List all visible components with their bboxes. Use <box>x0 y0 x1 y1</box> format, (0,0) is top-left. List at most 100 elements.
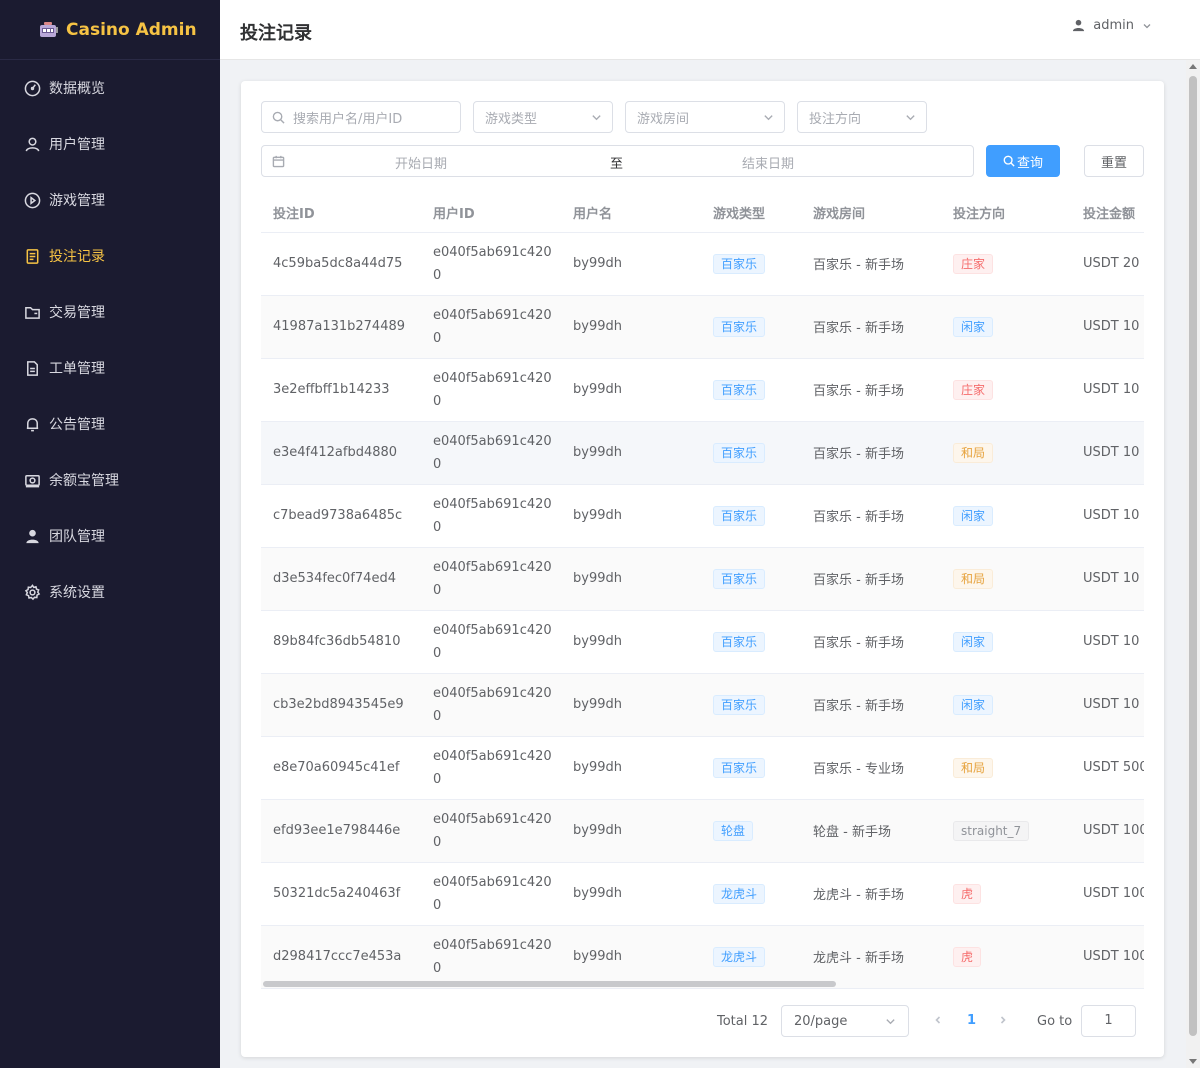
sidebar-item-bet-records[interactable]: 投注记录 <box>0 228 220 284</box>
query-button[interactable]: 查询 <box>986 145 1060 177</box>
table-row[interactable]: e8e70a60945c41ef e040f5ab691c4200 by99dh 百家… <box>261 736 1144 800</box>
next-page-button[interactable] <box>998 1014 1012 1028</box>
reset-button[interactable]: 重置 <box>1084 145 1144 177</box>
cell-game-room: 百家乐 - 新手场 <box>801 610 941 674</box>
sidebar-item-settings[interactable]: 系统设置 <box>0 564 220 620</box>
table-row[interactable]: 4c59ba5dc8a44d75 e040f5ab691c4200 by99dh 百家… <box>261 232 1144 296</box>
sidebar-item-label: 系统设置 <box>49 585 105 601</box>
cell-game-room: 百家乐 - 新手场 <box>801 547 941 611</box>
user-icon <box>23 135 41 153</box>
page-number-current[interactable]: 1 <box>967 1013 976 1028</box>
cell-bet-amount: USDT 100 <box>1071 925 1144 989</box>
bet-direction-tag: 和局 <box>953 757 994 778</box>
sidebar-item-users[interactable]: 用户管理 <box>0 116 220 172</box>
end-date-input[interactable]: 结束日期 <box>742 153 794 172</box>
table-row[interactable]: d298417ccc7e453a e040f5ab691c4200 by99dh 龙虎… <box>261 925 1144 989</box>
prev-page-button[interactable] <box>933 1014 947 1028</box>
table-row[interactable]: cb3e2bd8943545e9 e040f5ab691c4200 by99dh 百家… <box>261 673 1144 737</box>
chevron-down-icon <box>886 1018 895 1024</box>
table-row[interactable]: 3e2effbff1b14233 e040f5ab691c4200 by99dh 百家… <box>261 358 1144 422</box>
chevron-down-icon <box>592 114 601 120</box>
cell-bet-amount: USDT 20 <box>1071 232 1144 296</box>
sidebar-item-announcements[interactable]: 公告管理 <box>0 396 220 452</box>
sidebar-item-tickets[interactable]: 工单管理 <box>0 340 220 396</box>
game-room-placeholder: 游戏房间 <box>637 111 690 127</box>
sidebar-item-yuebao[interactable]: 余额宝管理 <box>0 452 220 508</box>
sidebar-item-label: 交易管理 <box>49 305 105 321</box>
table-row[interactable]: efd93ee1e798446e e040f5ab691c4200 by99dh 轮盘… <box>261 799 1144 863</box>
date-separator: 至 <box>610 157 624 172</box>
team-icon <box>23 527 41 545</box>
cell-user-id: e040f5ab691c4200 <box>421 925 561 989</box>
bet-direction-tag: 闲家 <box>953 694 994 715</box>
cell-bet-id: 89b84fc36db54810 <box>261 610 421 674</box>
cell-bet-id: d3e534fec0f74ed4 <box>261 547 421 611</box>
username: admin <box>1093 18 1134 33</box>
page-size-select[interactable]: 20/page <box>781 1005 909 1037</box>
cell-game-type: 百家乐 <box>701 736 801 800</box>
sidebar-item-label: 用户管理 <box>49 137 105 153</box>
cell-user-id: e040f5ab691c4200 <box>421 673 561 737</box>
cell-bet-id: efd93ee1e798446e <box>261 799 421 863</box>
scroll-down-icon[interactable] <box>1189 1059 1197 1064</box>
bet-direction-select[interactable]: 投注方向 <box>797 101 927 133</box>
search-input[interactable]: 搜索用户名/用户ID <box>261 101 461 133</box>
column-header-bet-amount: 投注金额 <box>1071 194 1144 233</box>
cell-game-type: 百家乐 <box>701 358 801 422</box>
scrollbar-thumb[interactable] <box>1189 76 1197 1036</box>
cell-game-room: 百家乐 - 新手场 <box>801 232 941 296</box>
table-horizontal-scrollbar[interactable] <box>263 981 836 987</box>
cell-bet-amount: USDT 500 <box>1071 736 1144 800</box>
sidebar-item-games[interactable]: 游戏管理 <box>0 172 220 228</box>
column-header-game-type: 游戏类型 <box>701 194 801 233</box>
cell-bet-direction: 和局 <box>941 421 1071 485</box>
table-row[interactable]: 41987a131b274489 e040f5ab691c4200 by99dh 百家… <box>261 295 1144 359</box>
bet-direction-tag: 虎 <box>953 946 982 967</box>
game-type-tag: 百家乐 <box>713 253 766 274</box>
sidebar-item-transactions[interactable]: 交易管理 <box>0 284 220 340</box>
table-row[interactable]: 89b84fc36db54810 e040f5ab691c4200 by99dh 百家… <box>261 610 1144 674</box>
table-row[interactable]: c7bead9738a6485c e040f5ab691c4200 by99dh 百家… <box>261 484 1144 548</box>
cell-username: by99dh <box>561 673 701 737</box>
table-row[interactable]: d3e534fec0f74ed4 e040f5ab691c4200 by99dh 百家… <box>261 547 1144 611</box>
cell-game-type: 百家乐 <box>701 232 801 296</box>
cell-user-id: e040f5ab691c4200 <box>421 484 561 548</box>
bet-direction-tag: 闲家 <box>953 316 994 337</box>
document-icon <box>23 247 41 265</box>
date-range-picker[interactable]: 开始日期 至 结束日期 <box>261 145 974 177</box>
bet-direction-placeholder: 投注方向 <box>809 111 862 127</box>
cell-bet-amount: USDT 10 <box>1071 673 1144 737</box>
sidebar-item-team[interactable]: 团队管理 <box>0 508 220 564</box>
cell-bet-direction: 庄家 <box>941 358 1071 422</box>
cell-user-id: e040f5ab691c4200 <box>421 736 561 800</box>
game-room-select[interactable]: 游戏房间 <box>625 101 785 133</box>
goto-page-input[interactable]: 1 <box>1081 1005 1136 1037</box>
cell-username: by99dh <box>561 925 701 989</box>
header: 投注记录 admin <box>220 0 1200 60</box>
table-row[interactable]: 50321dc5a240463f e040f5ab691c4200 by99dh 龙虎… <box>261 862 1144 926</box>
pagination-total: Total 12 <box>717 1014 769 1029</box>
cell-username: by99dh <box>561 547 701 611</box>
cell-bet-id: 4c59ba5dc8a44d75 <box>261 232 421 296</box>
sidebar-item-dashboard[interactable]: 数据概览 <box>0 60 220 116</box>
page-scrollbar[interactable] <box>1186 60 1200 1068</box>
cell-bet-amount: USDT 10 <box>1071 358 1144 422</box>
scroll-up-icon[interactable] <box>1189 64 1197 69</box>
table-row[interactable]: e3e4f412afbd4880 e040f5ab691c4200 by99dh 百家… <box>261 421 1144 485</box>
column-header-username: 用户名 <box>561 194 701 233</box>
game-type-tag: 百家乐 <box>713 316 766 337</box>
cell-user-id: e040f5ab691c4200 <box>421 295 561 359</box>
cell-game-room: 百家乐 - 新手场 <box>801 484 941 548</box>
game-type-select[interactable]: 游戏类型 <box>473 101 613 133</box>
cell-user-id: e040f5ab691c4200 <box>421 799 561 863</box>
user-menu[interactable]: admin <box>1072 18 1160 33</box>
cell-game-type: 百家乐 <box>701 484 801 548</box>
chevron-down-icon <box>906 114 915 120</box>
game-type-tag: 百家乐 <box>713 505 766 526</box>
cell-username: by99dh <box>561 421 701 485</box>
cell-user-id: e040f5ab691c4200 <box>421 610 561 674</box>
cell-bet-id: c7bead9738a6485c <box>261 484 421 548</box>
start-date-input[interactable]: 开始日期 <box>262 153 580 172</box>
bet-direction-tag: straight_7 <box>953 820 1030 841</box>
bell-icon <box>23 415 41 433</box>
